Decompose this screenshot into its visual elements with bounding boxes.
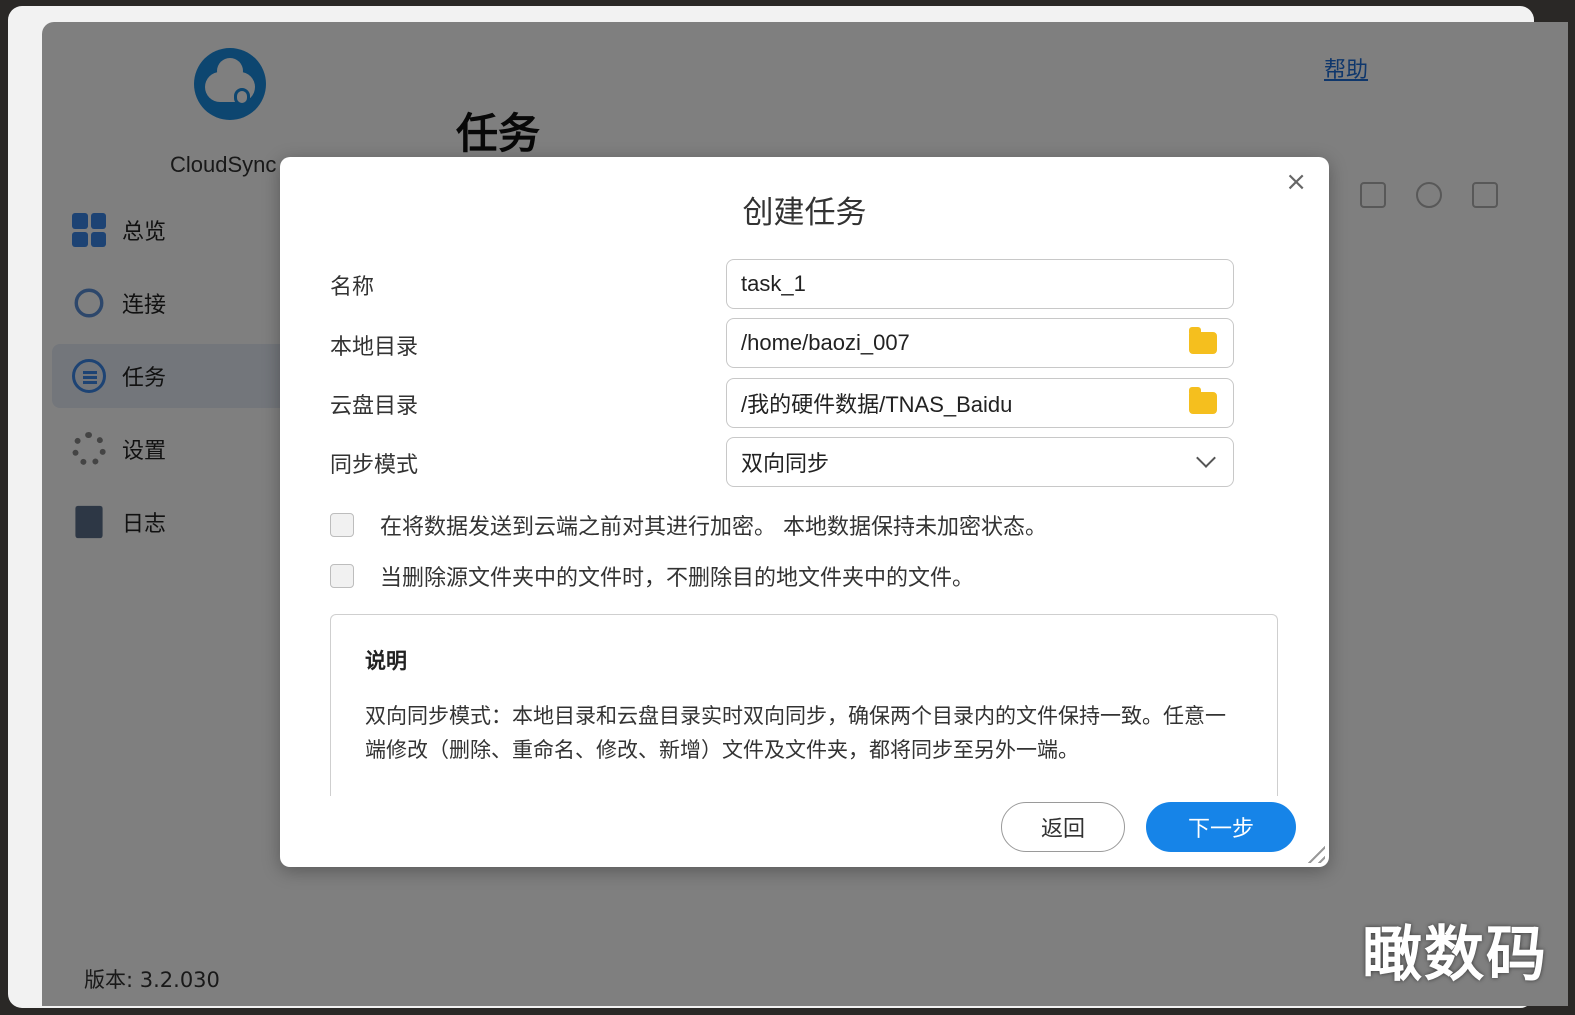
encrypt-label: 在将数据发送到云端之前对其进行加密。 本地数据保持未加密状态。 (380, 515, 1047, 540)
cloud-dir-value: /我的硬件数据/TNAS_Baidu (741, 392, 1013, 417)
resize-handle-icon[interactable] (1303, 841, 1325, 863)
description-panel[interactable]: 说明 双向同步模式：本地目录和云盘目录实时双向同步，确保两个目录内的文件保持一致… (330, 614, 1278, 796)
sync-mode-value: 双向同步 (741, 451, 830, 476)
dialog-title: 创建任务 (742, 195, 867, 231)
local-dir-label: 本地目录 (330, 335, 419, 360)
description-title: 说明 (365, 649, 407, 673)
encrypt-checkbox[interactable] (330, 513, 354, 537)
local-dir-value: /home/baozi_007 (741, 330, 910, 355)
next-button[interactable]: 下一步 (1146, 802, 1296, 852)
name-field[interactable] (726, 259, 1234, 309)
back-button[interactable]: 返回 (1001, 802, 1125, 852)
local-dir-field[interactable]: /home/baozi_007 (726, 318, 1234, 368)
folder-icon[interactable] (1189, 387, 1217, 414)
sync-mode-select[interactable]: 双向同步 (726, 437, 1234, 487)
chevron-down-icon (1196, 448, 1216, 468)
close-icon[interactable]: × (1285, 167, 1307, 197)
description-text: 双向同步模式：本地目录和云盘目录实时双向同步，确保两个目录内的文件保持一致。任意… (365, 704, 1226, 762)
folder-icon[interactable] (1189, 327, 1217, 354)
keep-on-delete-checkbox[interactable] (330, 564, 354, 588)
keep-on-delete-option: 当删除源文件夹中的文件时，不删除目的地文件夹中的文件。 (330, 560, 974, 592)
create-task-dialog: 创建任务 × 名称 本地目录 /home/baozi_007 云盘目录 /我的硬… (280, 157, 1329, 867)
name-label: 名称 (330, 275, 375, 300)
name-input[interactable] (741, 271, 1219, 297)
cloud-dir-field[interactable]: /我的硬件数据/TNAS_Baidu (726, 378, 1234, 428)
sync-mode-label: 同步模式 (330, 453, 419, 478)
watermark: 瞰数码 (1362, 920, 1548, 990)
encrypt-option: 在将数据发送到云端之前对其进行加密。 本地数据保持未加密状态。 (330, 509, 1047, 541)
cloud-dir-label: 云盘目录 (330, 394, 419, 419)
keep-on-delete-label: 当删除源文件夹中的文件时，不删除目的地文件夹中的文件。 (380, 566, 975, 591)
